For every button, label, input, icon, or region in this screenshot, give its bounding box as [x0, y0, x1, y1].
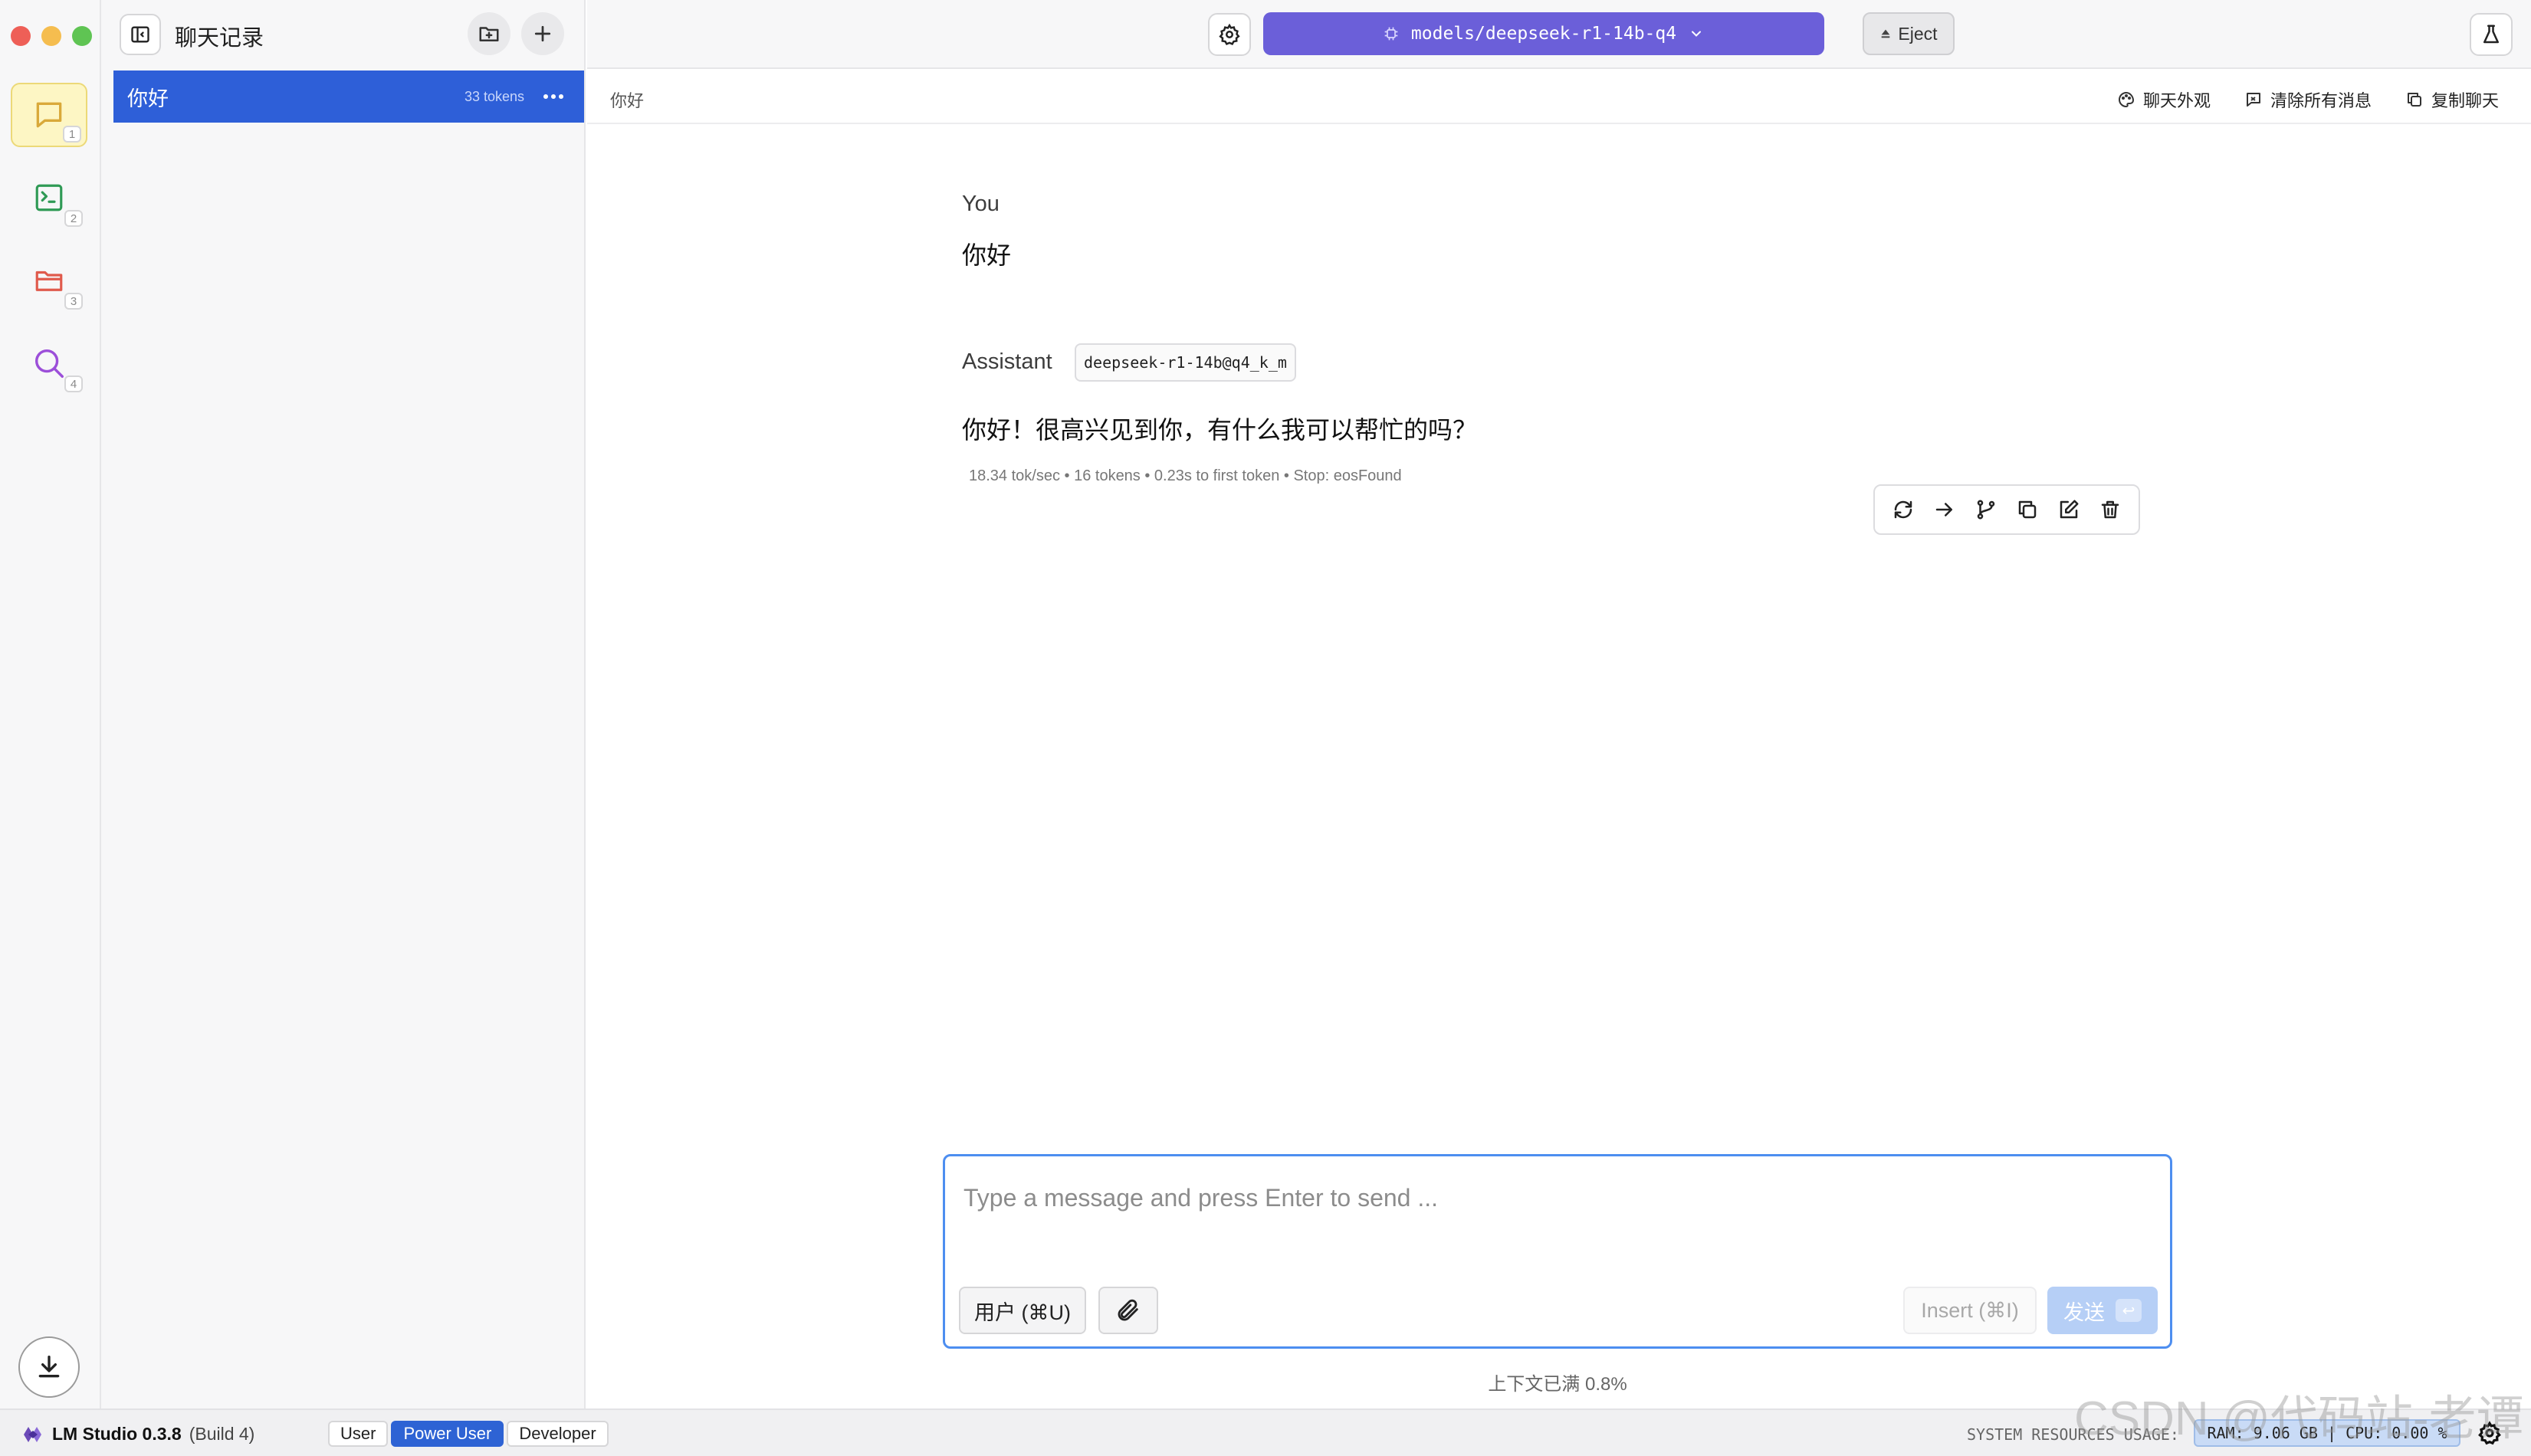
top-bar: models/deepseek-r1-14b-q4 Eject [587, 0, 2531, 69]
chat-token-count: 33 tokens [464, 88, 524, 104]
rail-shortcut-number: 3 [64, 293, 83, 310]
edit-icon[interactable] [2057, 498, 2080, 521]
insert-button[interactable]: Insert (⌘I) [1903, 1287, 2037, 1334]
user-role-label: You [962, 192, 1000, 216]
folder-icon [35, 271, 63, 291]
app-name: LM Studio 0.3.8 [52, 1424, 182, 1444]
chat-list-panel: 聊天记录 你好 33 tokens [101, 0, 586, 1408]
settings-button[interactable] [1208, 13, 1251, 56]
paperclip-icon [1118, 1299, 1138, 1321]
minimize-window-button[interactable] [41, 26, 61, 46]
gear-icon [1219, 23, 1240, 45]
message-composer: 用户 (⌘U) Insert (⌘I) 发送 ↩ [943, 1154, 2172, 1349]
rail-shortcut-number: 2 [64, 210, 83, 227]
chat-list-title: 聊天记录 [175, 26, 264, 51]
rail-chat-button[interactable]: 1 [11, 83, 87, 147]
model-selector[interactable]: models/deepseek-r1-14b-q4 [1263, 12, 1824, 55]
more-options-icon[interactable] [543, 93, 564, 100]
toggle-sidebar-button[interactable] [120, 14, 161, 55]
rail-shortcut-number: 1 [63, 126, 81, 143]
branch-icon[interactable] [1975, 498, 1998, 521]
folder-plus-icon [479, 27, 499, 41]
search-icon [34, 349, 64, 378]
new-folder-button[interactable] [468, 12, 510, 55]
regenerate-icon[interactable] [1892, 498, 1915, 521]
rail-models-button[interactable]: 3 [11, 248, 87, 313]
mode-user-button[interactable]: User [328, 1421, 389, 1447]
model-name: models/deepseek-r1-14b-q4 [1410, 24, 1677, 44]
trash-icon[interactable] [2099, 498, 2122, 521]
enter-key-icon: ↩ [2116, 1299, 2142, 1322]
assistant-role-label: Assistant [962, 349, 1052, 374]
chat-list-header: 聊天记录 [101, 0, 584, 69]
rail-shortcut-number: 4 [64, 375, 83, 392]
downloads-button[interactable] [18, 1336, 80, 1398]
download-icon [38, 1356, 60, 1378]
new-chat-button[interactable] [521, 12, 564, 55]
close-window-button[interactable] [11, 26, 31, 46]
rail-developer-button[interactable]: 2 [11, 166, 87, 230]
chat-appearance-button[interactable]: 聊天外观 [2117, 87, 2211, 112]
app-build: (Build 4) [189, 1424, 255, 1444]
experimental-button[interactable] [2470, 13, 2513, 56]
chat-bubble-icon [36, 102, 62, 128]
attach-file-button[interactable] [1098, 1287, 1158, 1334]
eject-label: Eject [1898, 23, 1938, 44]
mode-developer-button[interactable]: Developer [507, 1421, 609, 1447]
clear-messages-label: 清除所有消息 [2270, 91, 2372, 110]
chat-subheader: 你好 聊天外观 清除所有消息 复制聊天 [587, 71, 2531, 124]
chevron-down-icon [1692, 31, 1702, 37]
user-message: 你好 [962, 241, 1012, 269]
chat-list-item[interactable]: 你好 33 tokens [113, 71, 584, 123]
chat-title[interactable]: 你好 [610, 87, 644, 112]
icon-rail: 1 2 3 4 [0, 0, 101, 1408]
lm-studio-logo-icon [24, 1426, 41, 1442]
generation-stats: 18.34 tok/sec • 16 tokens • 0.23s to fir… [969, 467, 1402, 484]
role-toggle-button[interactable]: 用户 (⌘U) [959, 1287, 1086, 1334]
copy-message-icon[interactable] [2016, 498, 2039, 521]
assistant-model-tag: deepseek-r1-14b@q4_k_m [1075, 343, 1296, 382]
sidebar-icon [131, 26, 149, 43]
flask-icon [2483, 25, 2499, 44]
assistant-message: 你好！很高兴见到你，有什么我可以帮忙的吗？ [962, 416, 1478, 444]
send-button[interactable]: 发送 ↩ [2047, 1287, 2158, 1334]
clear-chat-icon [2247, 93, 2260, 107]
clear-messages-button[interactable]: 清除所有消息 [2244, 87, 2372, 112]
palette-icon [2119, 91, 2135, 108]
rail-discover-button[interactable]: 4 [11, 331, 87, 395]
eject-icon [1882, 29, 1890, 38]
chat-appearance-label: 聊天外观 [2143, 91, 2211, 110]
copy-chat-button[interactable]: 复制聊天 [2405, 87, 2499, 112]
terminal-icon [35, 184, 63, 212]
send-label: 发送 [2063, 1300, 2105, 1324]
context-usage: 上下文已满 0.8% [1488, 1374, 1627, 1395]
mode-switcher: User Power User Developer [328, 1421, 609, 1447]
chat-name: 你好 [127, 87, 169, 110]
model-chip-icon [1384, 27, 1398, 41]
watermark: CSDN @代码站-老谭 [2074, 1392, 2524, 1445]
message-input[interactable] [963, 1175, 2152, 1221]
copy-chat-label: 复制聊天 [2431, 91, 2500, 110]
app-info: LM Studio 0.3.8 (Build 4) [21, 1424, 254, 1445]
message-actions [1873, 484, 2140, 535]
plus-icon [534, 25, 551, 42]
copy-icon [2408, 93, 2421, 107]
zoom-window-button[interactable] [72, 26, 92, 46]
mode-power-user-button[interactable]: Power User [391, 1421, 504, 1447]
continue-arrow-icon[interactable] [1933, 498, 1956, 521]
eject-button[interactable]: Eject [1863, 12, 1955, 55]
